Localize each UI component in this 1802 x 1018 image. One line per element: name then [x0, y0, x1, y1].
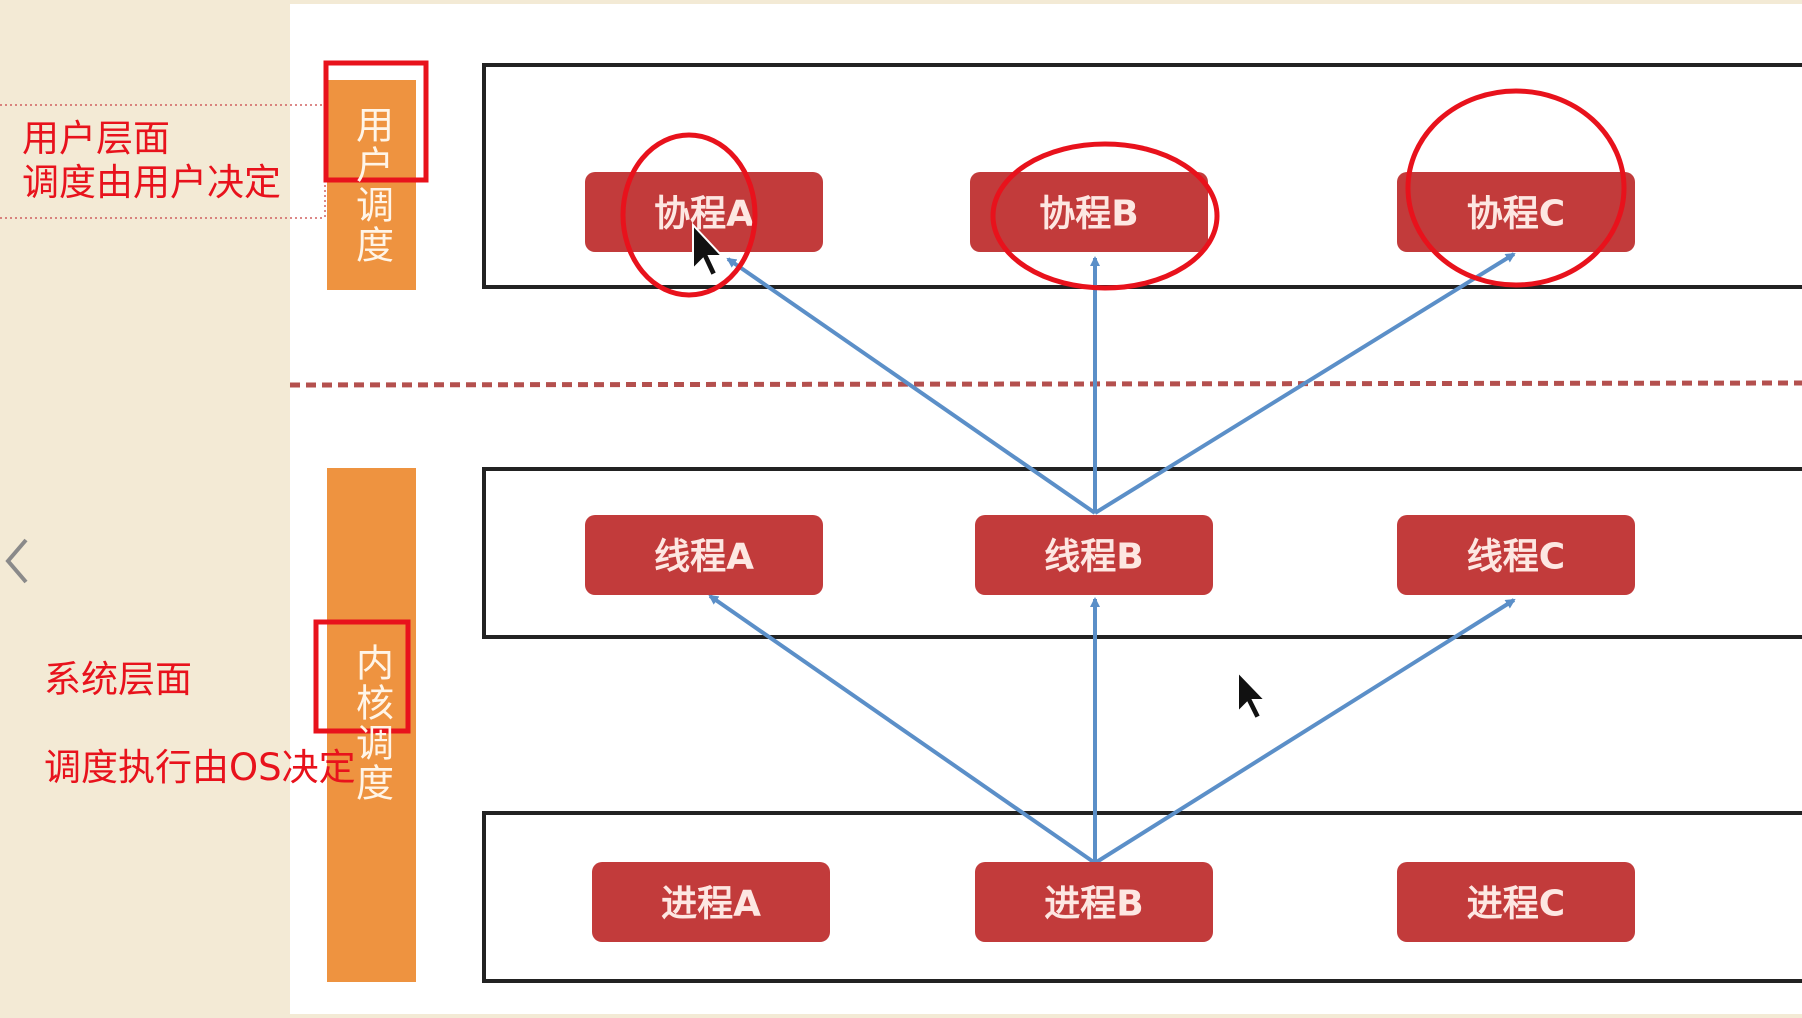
layer-separator [289, 380, 1802, 388]
process-b-label: 进程B [1044, 884, 1143, 925]
process-node-c: 进程C [1397, 862, 1635, 942]
coroutine-b-label: 协程B [1039, 194, 1138, 235]
diagram-canvas: 协程A 协程B 协程C 线程A 线程B 线程C 进程A 进程B 进程C 用户调度… [0, 0, 1802, 1014]
user-schedule-label: 用户调度 [349, 105, 394, 265]
previous-slide-button[interactable] [0, 528, 40, 594]
thread-b-label: 线程B [1044, 537, 1143, 578]
process-c-label: 进程C [1467, 884, 1565, 925]
thread-node-b: 线程B [975, 515, 1213, 595]
user-level-line-1: 用户层面 [22, 117, 170, 160]
user-level-line-2: 调度由用户决定 [22, 161, 281, 204]
coroutine-node-c: 协程C [1397, 172, 1635, 252]
chevron-left-icon [5, 538, 28, 584]
system-level-annotation: 系统层面 [44, 658, 192, 701]
thread-node-a: 线程A [585, 515, 823, 595]
process-a-label: 进程A [661, 884, 761, 925]
thread-a-label: 线程A [654, 537, 754, 578]
coroutine-a-label: 协程A [654, 194, 754, 235]
coroutine-c-label: 协程C [1467, 194, 1565, 235]
user-level-annotation: 用户层面 调度由用户决定 [22, 117, 281, 205]
process-node-b: 进程B [975, 862, 1213, 942]
process-node-a: 进程A [592, 862, 830, 942]
thread-node-c: 线程C [1397, 515, 1635, 595]
system-schedule-annotation: 调度执行由OS决定 [44, 746, 356, 789]
thread-c-label: 线程C [1467, 537, 1565, 578]
